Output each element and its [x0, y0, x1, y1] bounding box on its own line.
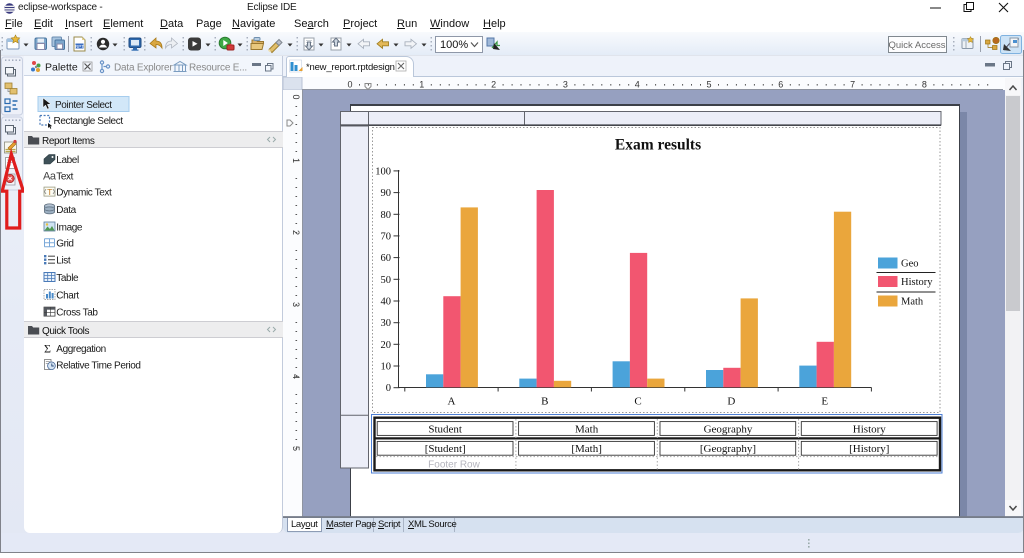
svg-text:Σ: Σ [44, 342, 51, 356]
svg-text:0: 0 [386, 383, 391, 394]
svg-text:Image: Image [56, 223, 83, 234]
svg-text:6: 6 [778, 80, 783, 90]
svg-text:8: 8 [922, 80, 927, 90]
svg-text:2: 2 [491, 80, 496, 90]
svg-text:Resource E...: Resource E... [189, 63, 247, 74]
svg-text:Label: Label [56, 155, 79, 166]
svg-text:[Math]: [Math] [571, 443, 602, 455]
svg-text:RPT: RPT [75, 44, 84, 49]
svg-text:Palette: Palette [45, 62, 78, 74]
svg-text:Chart: Chart [56, 291, 79, 302]
svg-text:30: 30 [381, 318, 392, 329]
svg-text:Quick Tools: Quick Tools [42, 326, 90, 337]
svg-text:0: 0 [291, 94, 301, 99]
svg-text:Pointer Select: Pointer Select [55, 100, 112, 111]
svg-text:Report Items: Report Items [42, 136, 95, 147]
svg-text:20: 20 [381, 340, 392, 351]
svg-text:A: A [448, 396, 456, 408]
svg-text:Quick Access: Quick Access [888, 40, 945, 51]
svg-text:90: 90 [381, 188, 392, 199]
svg-text:Aggregation: Aggregation [56, 344, 106, 355]
svg-text:50: 50 [381, 275, 392, 286]
svg-text:Cross Tab: Cross Tab [56, 308, 98, 319]
svg-text:10: 10 [381, 362, 392, 373]
svg-text:40: 40 [381, 297, 392, 308]
svg-text:Math: Math [901, 297, 924, 308]
svg-text:Relative Time Period: Relative Time Period [56, 361, 140, 372]
svg-text:Data: Data [56, 205, 76, 216]
svg-text:Footer Row: Footer Row [428, 459, 480, 470]
svg-text:Grid: Grid [56, 239, 73, 250]
svg-text:History: History [901, 277, 933, 288]
svg-text:Student: Student [428, 423, 462, 435]
svg-text:Exam results: Exam results [615, 137, 701, 154]
svg-text:Dynamic Text: Dynamic Text [56, 188, 112, 199]
svg-text:100: 100 [375, 166, 391, 177]
svg-text:[Geography]: [Geography] [700, 443, 756, 455]
svg-text:80: 80 [381, 210, 392, 221]
svg-text:7: 7 [850, 80, 855, 90]
svg-text:History: History [853, 423, 887, 435]
svg-text:C: C [634, 396, 641, 408]
svg-text:60: 60 [381, 253, 392, 264]
svg-text:Geo: Geo [901, 259, 919, 270]
svg-text:Geography: Geography [704, 423, 753, 435]
svg-text:70: 70 [381, 231, 392, 242]
svg-text:List: List [56, 256, 71, 267]
svg-text:5: 5 [706, 80, 711, 90]
svg-text:D: D [727, 396, 735, 408]
svg-text:Data Explorer: Data Explorer [114, 63, 173, 74]
svg-text:4: 4 [635, 80, 640, 90]
svg-text:Aa: Aa [43, 171, 57, 183]
svg-text:T: T [47, 187, 52, 197]
svg-text:100%: 100% [440, 39, 468, 51]
svg-text:1: 1 [419, 80, 424, 90]
svg-text:3: 3 [563, 80, 568, 90]
svg-text:Text: Text [56, 172, 73, 183]
svg-text:[History]: [History] [849, 443, 889, 455]
svg-text:Math: Math [575, 423, 599, 435]
svg-text:0: 0 [347, 80, 352, 90]
svg-text:[Student]: [Student] [425, 443, 466, 455]
svg-text:Rectangle Select: Rectangle Select [54, 116, 124, 127]
svg-text:Table: Table [56, 273, 79, 284]
svg-text:E: E [821, 396, 828, 408]
svg-text:B: B [541, 396, 548, 408]
